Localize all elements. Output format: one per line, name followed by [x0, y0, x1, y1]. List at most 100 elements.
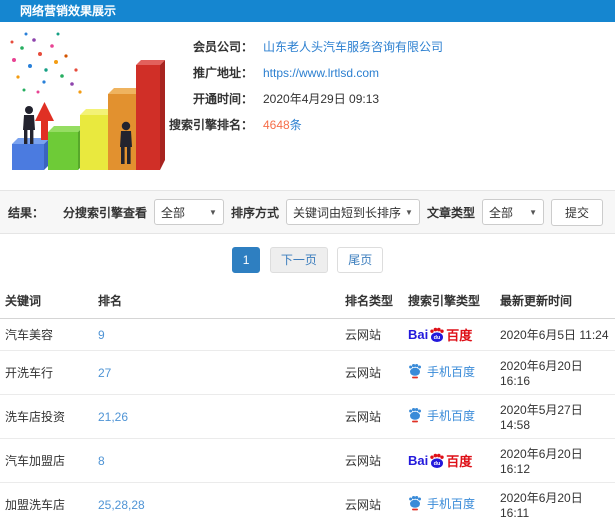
rank-cell: 9 [93, 318, 340, 351]
mobile-baidu-paw-icon [409, 496, 421, 511]
rank-count-number: 4648 [263, 118, 290, 132]
company-label: 会员公司： [192, 40, 253, 54]
updated-cell: 2020年5月27日 14:58 [495, 394, 615, 439]
mobile-baidu-paw-icon [409, 364, 421, 379]
keyword-cell: 加盟洗车店 [0, 482, 93, 520]
filter-controls: 分搜索引擎查看 全部 ▼ 排序方式 关键词由短到长排序 ▼ 文章类型 全部 ▼ … [62, 198, 603, 226]
chevron-down-icon: ▼ [405, 207, 413, 217]
rank-type-cell: 云网站 [340, 438, 403, 483]
article-type-select[interactable]: 全部 ▼ [481, 199, 544, 225]
svg-text:du: du [434, 461, 441, 467]
page-title: 网络营销效果展示 [0, 0, 615, 22]
rank-type-cell: 云网站 [340, 318, 403, 351]
chevron-down-icon: ▼ [529, 207, 537, 217]
updated-cell: 2020年6月20日 16:12 [495, 438, 615, 483]
info-row-opened: 开通时间： 2020年4月29日 09:13 [165, 90, 615, 108]
updated-cell: 2020年6月20日 16:11 [495, 482, 615, 520]
rank-link[interactable]: 25,28,28 [98, 498, 145, 512]
sort-order-label: 排序方式 [230, 205, 279, 220]
submit-button[interactable]: 提交 [550, 198, 603, 226]
engine-cell: Bai du 百度 [403, 318, 495, 351]
baidu-mobile-logo: 手机百度 [408, 363, 475, 380]
mobile-baidu-label: 手机百度 [427, 408, 476, 423]
rank-count-value: 4648条 [263, 116, 302, 134]
article-type-label: 文章类型 [426, 205, 475, 220]
result-label: 结果： [8, 205, 45, 220]
page-button-current[interactable]: 1 [231, 247, 261, 273]
engine-filter-label: 分搜索引擎查看 [62, 205, 147, 220]
rank-type-cell: 云网站 [340, 350, 403, 395]
table-row: 汽车加盟店 8 云网站 Bai du 百度 2020年6月20日 16:12 [0, 438, 615, 483]
rank-link[interactable]: 8 [98, 454, 105, 468]
baidu-mobile-logo: 手机百度 [408, 495, 475, 512]
keyword-cell: 洗车店投资 [0, 394, 93, 439]
engine-cell: Bai du 百度 [403, 394, 495, 439]
table-row: 洗车店投资 21,26 云网站 Bai du 百度 [0, 394, 615, 439]
promo-url-link[interactable]: https://www.lrtlsd.com [263, 64, 379, 82]
rank-type-cell: 云网站 [340, 482, 403, 520]
engine-cell: Bai du 百度 [403, 482, 495, 520]
last-page-button[interactable]: 尾页 [337, 247, 384, 273]
rank-link[interactable]: 27 [98, 366, 111, 380]
header-rank-type: 排名类型 [340, 283, 403, 319]
rank-cell: 25,28,28 [93, 482, 340, 520]
confetti-dots [10, 32, 82, 94]
sort-order-value: 关键词由短到长排序 [292, 205, 401, 220]
table-row: 开洗车行 27 云网站 Bai du 百度 [0, 350, 615, 395]
company-summary-section: 会员公司： 山东老人头汽车服务咨询有限公司 推广地址： https://www.… [0, 22, 615, 190]
mobile-baidu-paw-icon [409, 408, 421, 423]
baidu-paw-icon: du [430, 327, 444, 342]
baidu-pc-logo: Bai du 百度 [408, 451, 472, 470]
header-rank: 排名 [93, 283, 340, 319]
growth-bar-chart-illustration [10, 32, 165, 170]
chevron-down-icon: ▼ [209, 207, 217, 217]
next-page-button[interactable]: 下一页 [269, 247, 328, 273]
engine-cell: Bai du 百度 [403, 350, 495, 395]
filter-bar: 结果： 分搜索引擎查看 全部 ▼ 排序方式 关键词由短到长排序 ▼ 文章类型 全… [0, 190, 615, 234]
baidu-logo-cn-text: 百度 [446, 454, 473, 469]
baidu-pc-logo: Bai du 百度 [408, 325, 472, 344]
rank-cell: 27 [93, 350, 340, 395]
table-row: 汽车美容 9 云网站 Bai du 百度 2020年6月5日 11:24 [0, 318, 615, 351]
header-updated: 最新更新时间 [495, 283, 615, 319]
company-info: 会员公司： 山东老人头汽车服务咨询有限公司 推广地址： https://www.… [165, 22, 615, 190]
info-row-company: 会员公司： 山东老人头汽车服务咨询有限公司 [165, 38, 615, 56]
rank-link[interactable]: 9 [98, 328, 105, 342]
keyword-cell: 汽车美容 [0, 318, 93, 351]
open-time-label: 开通时间： [192, 92, 253, 106]
mobile-baidu-label: 手机百度 [427, 496, 476, 511]
promo-url-label: 推广地址： [192, 66, 253, 80]
rank-count-unit: 条 [289, 118, 302, 132]
bar-red [136, 60, 165, 170]
company-name-link[interactable]: 山东老人头汽车服务咨询有限公司 [263, 38, 443, 56]
keyword-cell: 汽车加盟店 [0, 438, 93, 483]
rank-cell: 21,26 [93, 394, 340, 439]
bar-green [48, 126, 84, 170]
engine-filter-select[interactable]: 全部 ▼ [153, 199, 224, 225]
info-row-rank-count: 搜索引擎排名： 4648条 [165, 116, 615, 134]
svg-text:du: du [434, 335, 441, 341]
baidu-mobile-logo: 手机百度 [408, 407, 475, 424]
engine-cell: Bai du 百度 [403, 438, 495, 483]
article-type-value: 全部 [488, 205, 513, 220]
table-row: 加盟洗车店 25,28,28 云网站 Bai du 百度 [0, 482, 615, 520]
engine-filter-value: 全部 [160, 205, 185, 220]
ranking-table: 关键词 排名 排名类型 搜索引擎类型 最新更新时间 汽车美容 9 云网站 Bai… [0, 283, 615, 520]
rank-cell: 8 [93, 438, 340, 483]
pagination: 1 下一页 尾页 [0, 247, 615, 273]
info-row-url: 推广地址： https://www.lrtlsd.com [165, 64, 615, 82]
updated-cell: 2020年6月5日 11:24 [495, 318, 615, 351]
baidu-logo-bai-text: Bai [408, 327, 429, 342]
baidu-logo-cn-text: 百度 [446, 328, 473, 343]
open-time-value: 2020年4月29日 09:13 [263, 92, 380, 106]
baidu-paw-icon: du [430, 453, 444, 468]
mobile-baidu-label: 手机百度 [427, 364, 476, 379]
table-header-row: 关键词 排名 排名类型 搜索引擎类型 最新更新时间 [0, 283, 615, 319]
rank-link[interactable]: 21,26 [98, 410, 128, 424]
header-keyword: 关键词 [0, 283, 93, 319]
header-engine-type: 搜索引擎类型 [403, 283, 495, 319]
updated-cell: 2020年6月20日 16:16 [495, 350, 615, 395]
sort-order-select[interactable]: 关键词由短到长排序 ▼ [285, 199, 420, 225]
keyword-cell: 开洗车行 [0, 350, 93, 395]
baidu-logo-bai-text: Bai [408, 453, 429, 468]
